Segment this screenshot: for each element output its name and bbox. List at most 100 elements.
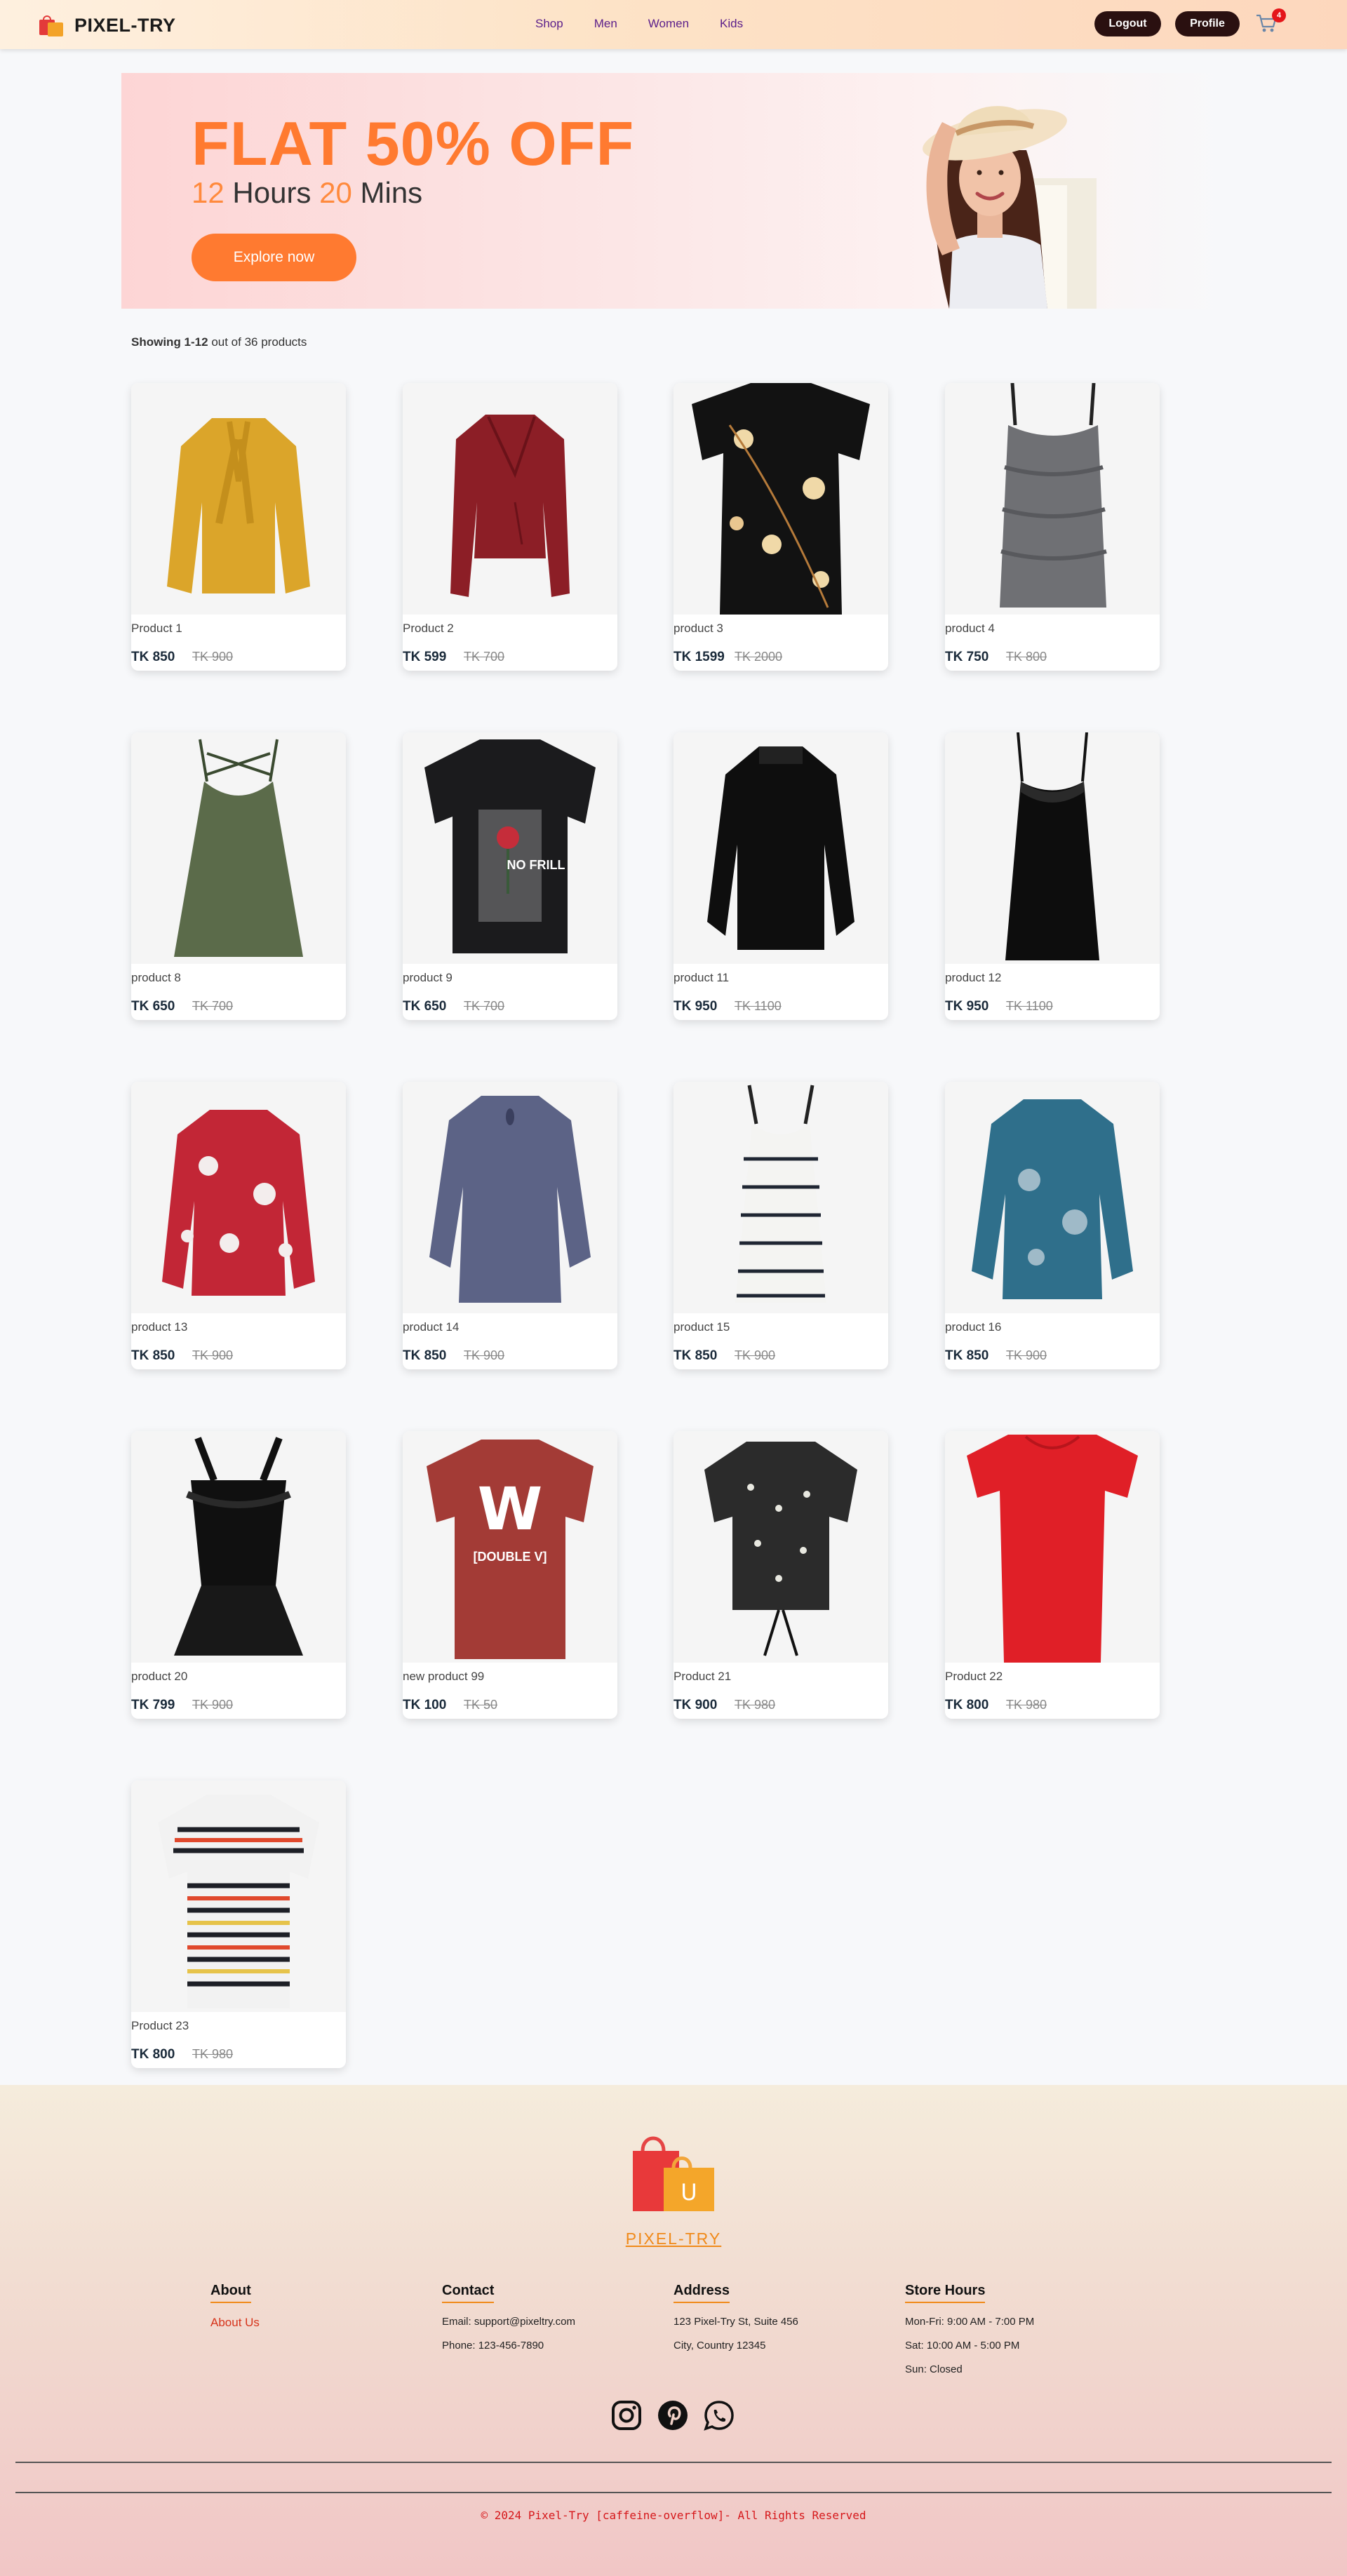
nav-link-kids[interactable]: Kids [720, 17, 743, 31]
product-name[interactable]: Product 2 [403, 622, 454, 636]
grey-ruched-camisole-image [1000, 383, 1107, 608]
product-name[interactable]: product 15 [674, 1320, 730, 1334]
product-price: TK 1599 [674, 650, 725, 664]
product-card[interactable]: product 13 TK 850 TK 900 [131, 1082, 346, 1369]
product-name[interactable]: new product 99 [403, 1670, 484, 1684]
shopping-bag-logo-icon [38, 14, 66, 36]
product-card[interactable]: product 15 TK 850 TK 900 [674, 1082, 888, 1369]
product-image[interactable] [131, 383, 346, 615]
striped-tank-top-image [735, 1085, 826, 1303]
product-name[interactable]: product 3 [674, 622, 723, 636]
product-card[interactable]: Product 21 TK 900 TK 980 [674, 1431, 888, 1719]
product-card[interactable]: product 4 TK 750 TK 800 [945, 383, 1160, 671]
footer-contact-title: Contact [442, 2283, 495, 2303]
product-price: TK 950 [945, 999, 989, 1014]
product-image[interactable] [945, 383, 1160, 615]
explore-now-button[interactable]: Explore now [192, 234, 356, 281]
product-image[interactable] [131, 732, 346, 964]
product-price: TK 750 [945, 650, 989, 664]
cart-button[interactable]: 4 [1254, 8, 1286, 36]
product-image[interactable] [674, 383, 888, 615]
product-image[interactable] [403, 1082, 617, 1313]
hero-banner: FLAT 50% OFF 12 Hours 20 Mins Explore no… [121, 73, 1226, 309]
address-line-1: 123 Pixel-Try St, Suite 456 [674, 2316, 798, 2328]
product-old-price: TK 980 [1006, 1698, 1047, 1712]
product-card[interactable]: Product 22 TK 800 TK 980 [945, 1431, 1160, 1719]
product-name[interactable]: product 8 [131, 971, 181, 985]
product-name[interactable]: Product 22 [945, 1670, 1003, 1684]
product-name[interactable]: product 12 [945, 971, 1001, 985]
product-card[interactable]: Product 1 TK 850 TK 900 [131, 383, 346, 671]
footer-brand-link[interactable]: PIXEL-TRY [0, 2229, 1347, 2248]
product-price: TK 850 [403, 1348, 447, 1363]
footer-store-hours: Store Hours Mon-Fri: 9:00 AM - 7:00 PM S… [905, 2283, 1034, 2387]
product-name[interactable]: product 16 [945, 1320, 1001, 1334]
navy-keyhole-blouse-image [429, 1096, 591, 1303]
black-slip-dress-image [1005, 732, 1099, 960]
product-image[interactable]: W [DOUBLE V] [403, 1431, 617, 1663]
product-name[interactable]: Product 23 [131, 2019, 189, 2033]
svg-text:W: W [478, 1475, 543, 1543]
whatsapp-icon [704, 2401, 734, 2431]
countdown-hours-label: Hours [232, 176, 311, 209]
results-total: out of 36 products [211, 335, 307, 349]
footer: U PIXEL-TRY About About Us Contact Email… [0, 2085, 1347, 2576]
product-old-price: TK 700 [464, 999, 505, 1013]
product-price: TK 950 [674, 999, 718, 1014]
product-old-price: TK 900 [1006, 1348, 1047, 1362]
product-card[interactable]: product 20 TK 799 TK 900 [131, 1431, 346, 1719]
nav-link-men[interactable]: Men [594, 17, 617, 31]
product-image[interactable] [945, 732, 1160, 964]
product-card[interactable]: product 11 TK 950 TK 1100 [674, 732, 888, 1020]
product-image[interactable] [131, 1431, 346, 1663]
nav-link-shop[interactable]: Shop [535, 17, 563, 31]
red-floral-blouse-image [162, 1110, 315, 1296]
logout-button[interactable]: Logout [1094, 11, 1161, 36]
product-card[interactable]: product 16 TK 850 TK 900 [945, 1082, 1160, 1369]
product-image[interactable] [403, 383, 617, 615]
product-image[interactable] [674, 732, 888, 964]
product-name[interactable]: product 20 [131, 1670, 187, 1684]
product-name[interactable]: Product 21 [674, 1670, 731, 1684]
copyright-text: © 2024 Pixel-Try [caffeine-overflow]- Al… [481, 2509, 866, 2522]
product-price: TK 850 [945, 1348, 989, 1363]
product-card[interactable]: product 14 TK 850 TK 900 [403, 1082, 617, 1369]
product-name[interactable]: product 14 [403, 1320, 459, 1334]
brand[interactable]: PIXEL-TRY [38, 14, 176, 36]
instagram-link[interactable] [610, 2399, 643, 2431]
product-name[interactable]: product 4 [945, 622, 995, 636]
product-card[interactable]: product 3 TK 1599 TK 2000 [674, 383, 888, 671]
black-sheer-blouse-image [707, 746, 855, 950]
footer-address-title: Address [674, 2283, 730, 2303]
product-name[interactable]: product 11 [674, 971, 729, 985]
svg-text:U: U [681, 2179, 697, 2206]
shopping-bag-logo-icon: U [633, 2136, 714, 2211]
whatsapp-link[interactable] [703, 2399, 735, 2431]
product-image[interactable]: NO FRILL [403, 732, 617, 964]
product-name[interactable]: product 9 [403, 971, 453, 985]
product-image[interactable] [131, 1082, 346, 1313]
footer-about: About About Us [210, 2283, 260, 2330]
product-name[interactable]: Product 1 [131, 622, 182, 636]
about-us-link[interactable]: About Us [210, 2316, 260, 2330]
product-price: TK 100 [403, 1698, 447, 1712]
product-image[interactable] [131, 1780, 346, 2012]
pinterest-link[interactable] [657, 2399, 689, 2431]
hero-model-image [923, 106, 1097, 309]
product-card[interactable]: NO FRILL product 9 TK 650 TK 700 [403, 732, 617, 1020]
product-card[interactable]: Product 2 TK 599 TK 700 [403, 383, 617, 671]
product-card[interactable]: product 12 TK 950 TK 1100 [945, 732, 1160, 1020]
product-image[interactable] [945, 1082, 1160, 1313]
product-image[interactable] [674, 1082, 888, 1313]
hero-title: FLAT 50% OFF [192, 109, 635, 178]
product-name[interactable]: product 13 [131, 1320, 187, 1334]
product-image[interactable] [674, 1431, 888, 1663]
profile-button[interactable]: Profile [1175, 11, 1240, 36]
product-old-price: TK 50 [464, 1698, 498, 1712]
product-card[interactable]: product 8 TK 650 TK 700 [131, 732, 346, 1020]
product-card[interactable]: Product 23 TK 800 TK 980 [131, 1780, 346, 2068]
product-image[interactable] [945, 1431, 1160, 1663]
product-price: TK 850 [131, 1348, 175, 1363]
product-card[interactable]: W [DOUBLE V] new product 99 TK 100 TK 50 [403, 1431, 617, 1719]
nav-link-women[interactable]: Women [648, 17, 689, 31]
